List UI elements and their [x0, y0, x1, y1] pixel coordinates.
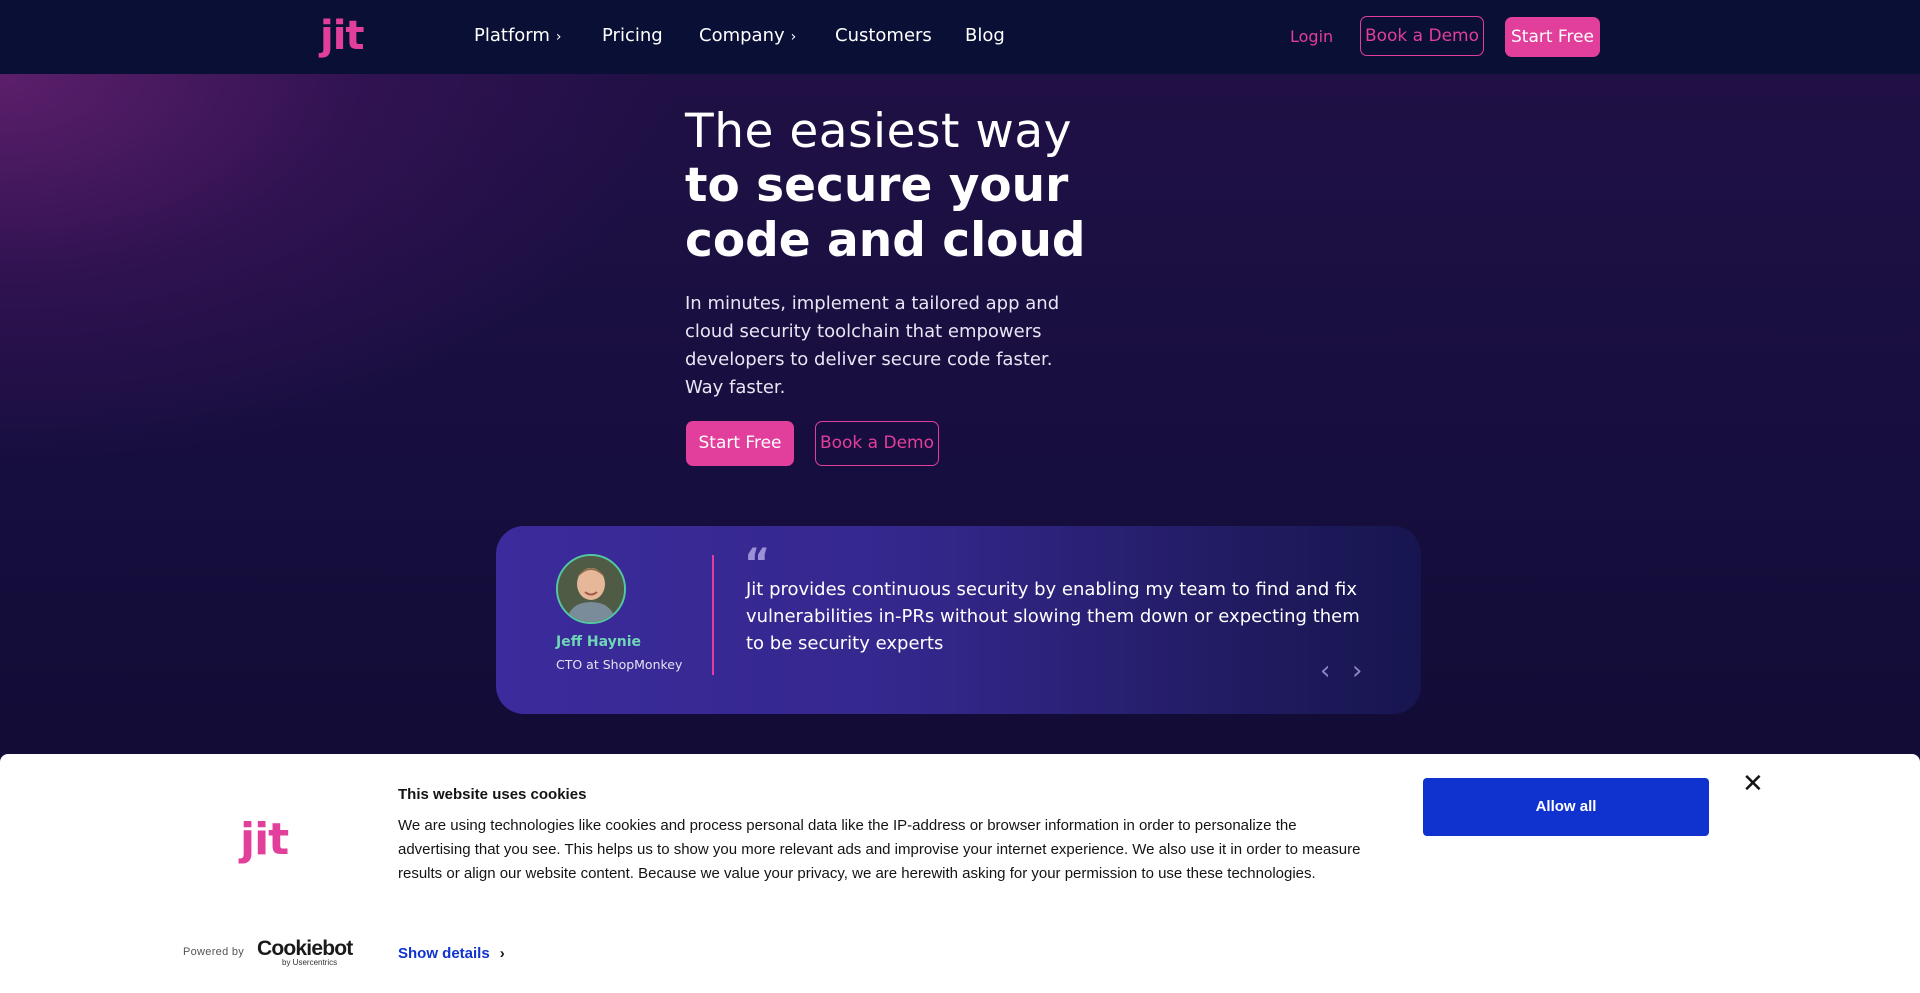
nav-item-platform-label: Platform: [474, 25, 550, 46]
cookie-title: This website uses cookies: [398, 786, 587, 803]
login-link[interactable]: Login: [1290, 26, 1333, 48]
start-free-button[interactable]: Start Free: [1505, 17, 1600, 57]
testimonial-divider: [712, 555, 714, 675]
close-icon[interactable]: ✕: [1742, 770, 1764, 796]
prev-arrow-icon[interactable]: ‹: [1320, 658, 1330, 684]
hero-subtext: In minutes, implement a tailored app and…: [685, 293, 1060, 398]
testimonial-role: CTO at ShopMonkey: [556, 657, 683, 672]
nav-item-pricing[interactable]: Pricing: [602, 24, 663, 48]
hero-book-demo-button[interactable]: Book a Demo: [815, 421, 939, 466]
cookie-banner: jit Powered by Cookiebot by Usercentrics…: [0, 754, 1920, 993]
hero-start-free-button[interactable]: Start Free: [686, 421, 794, 466]
next-arrow-icon[interactable]: ›: [1352, 658, 1362, 684]
chevron-right-icon: ›: [555, 29, 562, 45]
nav-item-customers-label: Customers: [835, 25, 932, 46]
allow-all-button[interactable]: Allow all: [1423, 778, 1709, 836]
powered-by-label: Powered by: [183, 946, 245, 958]
show-details-link[interactable]: Show details ›: [398, 945, 505, 962]
testimonial-card: Jeff Haynie CTO at ShopMonkey “ Jit prov…: [496, 526, 1421, 714]
testimonial-quote: Jit provides continuous security by enab…: [746, 579, 1360, 654]
nav-item-company-label: Company: [699, 25, 785, 46]
hero-headline-light: The easiest way: [685, 104, 1072, 159]
testimonial-name: Jeff Haynie: [556, 634, 642, 650]
person-avatar-icon: [558, 556, 624, 622]
hero-headline-bold-1: to secure your: [685, 158, 1069, 213]
jit-logo[interactable]: jit: [320, 12, 365, 60]
nav-item-pricing-label: Pricing: [602, 25, 663, 46]
nav-item-platform[interactable]: Platform ›: [474, 24, 562, 49]
nav-item-customers[interactable]: Customers: [835, 24, 932, 48]
cookie-text: We are using technologies like cookies a…: [398, 817, 1361, 882]
chevron-right-icon: ›: [499, 945, 505, 962]
chevron-right-icon: ›: [790, 29, 797, 45]
nav-item-company[interactable]: Company ›: [699, 24, 796, 49]
nav-item-blog-label: Blog: [965, 25, 1005, 46]
hero-headline-bold-2: code and cloud: [685, 213, 1086, 268]
book-demo-button[interactable]: Book a Demo: [1360, 16, 1484, 56]
usercentrics-label: by Usercentrics: [282, 958, 338, 967]
show-details-label: Show details: [398, 945, 490, 962]
cookiebot-logo[interactable]: Cookiebot: [257, 938, 353, 960]
avatar: [556, 554, 626, 624]
cookie-jit-logo: jit: [240, 814, 289, 865]
top-nav: jit Platform › Pricing Company › Customers…: [0, 0, 1920, 75]
nav-item-blog[interactable]: Blog: [965, 24, 1005, 48]
